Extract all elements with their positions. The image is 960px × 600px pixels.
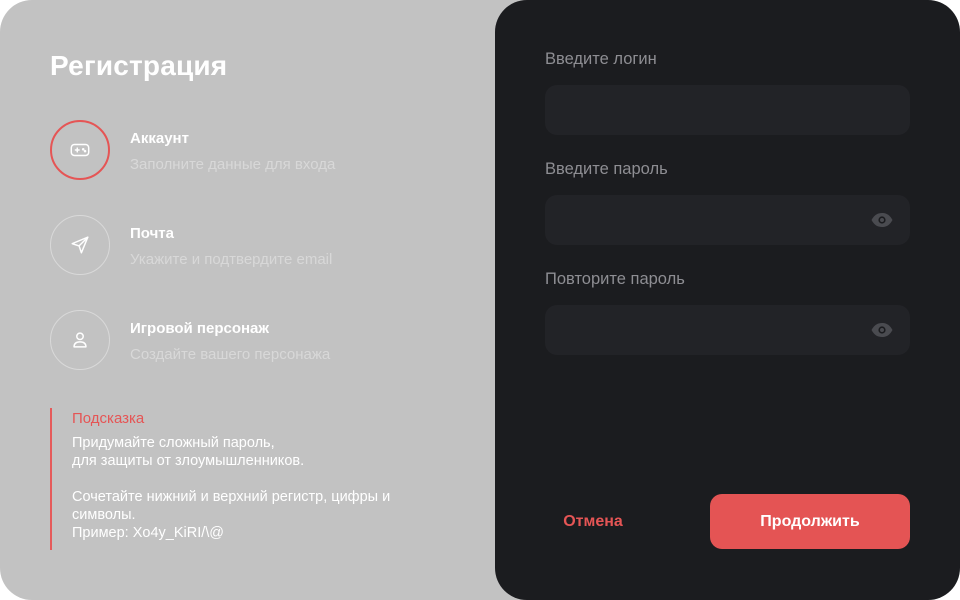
step-title: Аккаунт — [130, 130, 189, 147]
step-character[interactable]: Игровой персонаж Создайте вашего персона… — [50, 310, 490, 370]
step-description: Создайте вашего персонажа — [130, 346, 331, 363]
repeat-password-input[interactable] — [545, 305, 910, 355]
eye-icon — [871, 323, 893, 337]
hint-body: Придумайте сложный пароль, для защиты от… — [72, 434, 470, 542]
step-character-circle — [50, 310, 110, 370]
hint-line: для защиты от злоумышленников. — [72, 453, 305, 469]
hint-line: символы. — [72, 507, 136, 523]
cancel-button[interactable]: Отмена — [545, 494, 641, 549]
hint-title: Подсказка — [72, 410, 145, 427]
step-title: Игровой персонаж — [130, 320, 270, 337]
hint-line: Пример: Xo4y_KiRI/\@ — [72, 525, 225, 541]
step-description: Укажите и подтвердите email — [130, 251, 333, 268]
hint-box: Подсказка Придумайте сложный пароль, для… — [50, 408, 470, 550]
password-label: Введите пароль — [545, 160, 668, 178]
password-input[interactable] — [545, 195, 910, 245]
paper-plane-icon — [71, 236, 89, 254]
login-input[interactable] — [545, 85, 910, 135]
step-email-circle — [50, 215, 110, 275]
eye-icon — [871, 213, 893, 227]
gamepad-icon — [70, 143, 90, 157]
step-account-circle — [50, 120, 110, 180]
step-account[interactable]: Аккаунт Заполните данные для входа — [50, 120, 490, 180]
step-description: Заполните данные для входа — [130, 156, 336, 173]
page-title: Регистрация — [50, 50, 228, 81]
login-label: Введите логин — [545, 50, 657, 68]
user-icon — [73, 332, 87, 348]
hint-line: Сочетайте нижний и верхний регистр, цифр… — [72, 489, 391, 505]
repeat-password-label: Повторите пароль — [545, 270, 685, 288]
step-title: Почта — [130, 225, 174, 242]
show-repeat-password-button[interactable] — [870, 318, 894, 342]
hint-line: Придумайте сложный пароль, — [72, 435, 275, 451]
show-password-button[interactable] — [870, 208, 894, 232]
continue-button[interactable]: Продолжить — [710, 494, 910, 549]
step-email[interactable]: Почта Укажите и подтвердите email — [50, 215, 490, 275]
hint-spacer — [72, 470, 470, 488]
